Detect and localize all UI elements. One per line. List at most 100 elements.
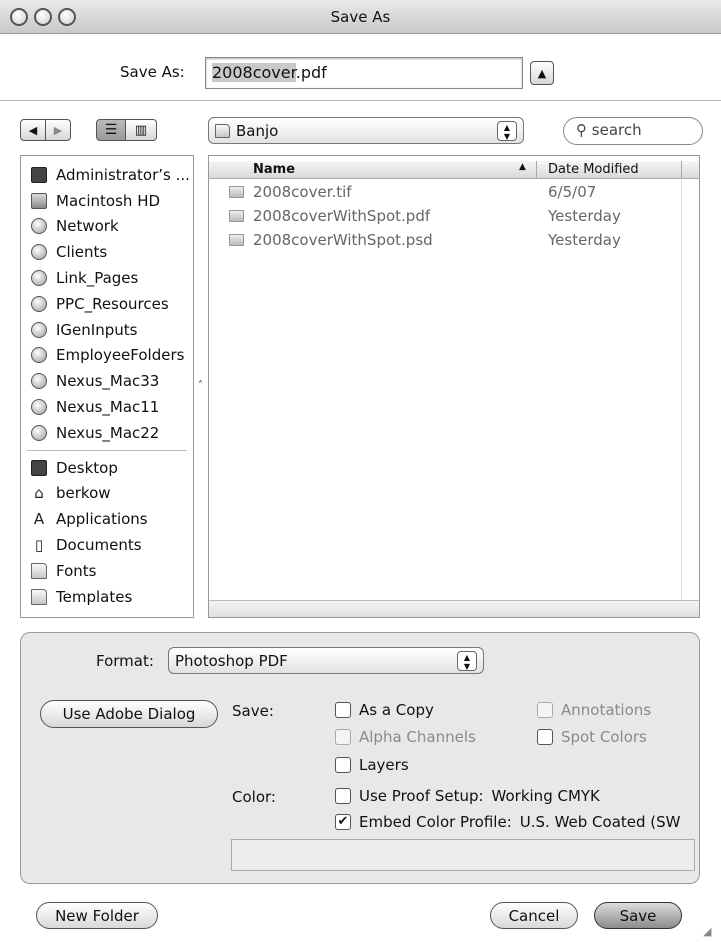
back-button[interactable]: ◀ [20, 119, 46, 141]
file-date: 6/5/07 [548, 183, 597, 201]
cancel-button[interactable]: Cancel [490, 902, 578, 929]
spot-colors-label: Spot Colors [561, 728, 647, 746]
file-list-header: Name ▲ Date Modified [209, 161, 699, 179]
expand-dialog-button[interactable]: ▲ [530, 61, 554, 85]
column-view-button[interactable]: ▥ [125, 119, 157, 141]
layers-option[interactable]: Layers [335, 756, 409, 774]
column-guide [681, 180, 682, 600]
color-profile-value: U.S. Web Coated (SW [519, 813, 681, 831]
server-icon [31, 295, 47, 312]
search-placeholder: search [591, 121, 642, 139]
file-row[interactable]: 2008cover.tif 6/5/07 [209, 181, 699, 205]
sidebar-item-label: Applications [56, 510, 148, 529]
sidebar-item-label: IGenInputs [56, 320, 138, 339]
embed-color-profile-checkbox[interactable]: ✔ [335, 814, 351, 830]
sidebar-item-label: Link_Pages [56, 269, 139, 288]
sidebar-item-label: Nexus_Mac11 [56, 398, 160, 417]
list-view-icon: ☰ [104, 122, 118, 138]
back-arrow-icon: ◀ [28, 123, 38, 137]
new-folder-button[interactable]: New Folder [36, 902, 158, 929]
sidebar-item-label: Desktop [56, 458, 118, 477]
sidebar-item-nexus-mac11[interactable]: Nexus_Mac11 [21, 394, 193, 420]
file-row[interactable]: 2008coverWithSpot.pdf Yesterday [209, 205, 699, 229]
embed-color-profile-label: Embed Color Profile: [359, 813, 512, 831]
applications-icon: A [33, 510, 45, 529]
as-a-copy-option[interactable]: As a Copy [335, 701, 434, 719]
column-header-date-modified[interactable]: Date Modified [548, 162, 639, 177]
sidebar-item-ppc-resources[interactable]: PPC_Resources [21, 291, 193, 317]
server-icon [31, 399, 47, 416]
file-date: Yesterday [548, 231, 621, 249]
sidebar-item-label: Documents [56, 536, 142, 555]
popup-arrows-icon: ▲ ▼ [457, 651, 477, 671]
sidebar-item-desktop[interactable]: Desktop [21, 455, 193, 481]
color-options-label: Color: [232, 788, 276, 806]
sidebar-item-documents[interactable]: ▯ Documents [21, 532, 193, 558]
resize-grip-icon[interactable]: ◢ [703, 925, 711, 938]
sidebar-item-templates[interactable]: Templates [21, 584, 193, 610]
sidebar-item-label: Nexus_Mac22 [56, 423, 160, 442]
use-adobe-dialog-button[interactable]: Use Adobe Dialog [40, 700, 218, 728]
use-proof-setup-checkbox[interactable] [335, 788, 351, 804]
column-header-name[interactable]: Name [253, 162, 295, 177]
sidebar-item-nexus-mac22[interactable]: Nexus_Mac22 [21, 420, 193, 446]
sidebar-item-employeefolders[interactable]: EmployeeFolders [21, 343, 193, 369]
sidebar-item-link-pages[interactable]: Link_Pages [21, 265, 193, 291]
file-row[interactable]: 2008coverWithSpot.psd Yesterday [209, 229, 699, 253]
psd-file-icon [229, 234, 244, 246]
server-icon [31, 373, 47, 390]
sidebar-item-label: PPC_Resources [56, 294, 169, 313]
as-a-copy-label: As a Copy [359, 701, 434, 719]
location-popup[interactable]: Banjo ▲ ▼ [208, 117, 524, 144]
filename-field[interactable]: 2008cover.pdf [205, 57, 523, 89]
column-divider [536, 161, 537, 178]
sidebar-item-applications[interactable]: A Applications [21, 506, 193, 532]
server-icon [31, 347, 47, 364]
checkmark-icon: ✔ [337, 814, 349, 829]
sidebar-item-berkow[interactable]: ⌂ berkow [21, 481, 193, 507]
layers-checkbox[interactable] [335, 757, 351, 773]
as-a-copy-checkbox[interactable] [335, 702, 351, 718]
use-proof-setup-option[interactable]: Use Proof Setup: Working CMYK [335, 787, 600, 805]
column-view-icon: ▥ [134, 122, 148, 138]
list-view-button[interactable]: ☰ [96, 119, 126, 141]
sidebar-item-nexus-mac33[interactable]: Nexus_Mac33 [21, 368, 193, 394]
popup-arrows-icon: ▲ ▼ [497, 121, 517, 141]
warning-message-box [231, 839, 695, 871]
sidebar-item-label: Administrator’s ... [56, 165, 190, 184]
column-divider [681, 161, 682, 178]
format-popup[interactable]: Photoshop PDF ▲ ▼ [168, 647, 484, 674]
sidebar: Administrator’s ... Macintosh HD Network… [20, 155, 194, 618]
use-proof-setup-label: Use Proof Setup: [359, 787, 484, 805]
divider [0, 100, 721, 101]
location-value: Banjo [236, 121, 279, 140]
proof-setup-value: Working CMYK [491, 787, 600, 805]
annotations-option: Annotations [537, 701, 651, 719]
forward-button[interactable]: ▶ [45, 119, 71, 141]
sidebar-item-label: Nexus_Mac33 [56, 372, 160, 391]
embed-color-profile-option[interactable]: ✔ Embed Color Profile: U.S. Web Coated (SW [335, 813, 695, 831]
search-field[interactable]: ⚲ search [563, 117, 703, 145]
sidebar-item-macintosh-hd[interactable]: Macintosh HD [21, 188, 193, 214]
alpha-channels-option: Alpha Channels [335, 728, 476, 746]
triangle-up-icon: ▲ [537, 66, 547, 80]
sidebar-item-fonts[interactable]: Fonts [21, 558, 193, 584]
save-button[interactable]: Save [594, 902, 682, 929]
sidebar-item-administrator[interactable]: Administrator’s ... [21, 162, 193, 188]
sidebar-item-label: EmployeeFolders [56, 346, 185, 365]
sidebar-item-clients[interactable]: Clients [21, 239, 193, 265]
splitter-handle-icon[interactable]: ˄ [198, 380, 203, 391]
filename-base: 2008cover [212, 63, 296, 82]
annotations-label: Annotations [561, 701, 652, 719]
horizontal-scrollbar[interactable] [209, 600, 699, 617]
spot-colors-checkbox[interactable] [537, 729, 553, 745]
annotations-checkbox [537, 702, 553, 718]
folder-icon [215, 123, 230, 138]
home-icon: ⌂ [34, 484, 44, 503]
sidebar-item-network[interactable]: Network [21, 214, 193, 240]
save-as-label: Save As: [120, 63, 185, 81]
spot-colors-option[interactable]: Spot Colors [537, 728, 647, 746]
sidebar-item-igeninputs[interactable]: IGenInputs [21, 317, 193, 343]
alpha-channels-label: Alpha Channels [359, 728, 476, 746]
server-icon [31, 244, 47, 261]
